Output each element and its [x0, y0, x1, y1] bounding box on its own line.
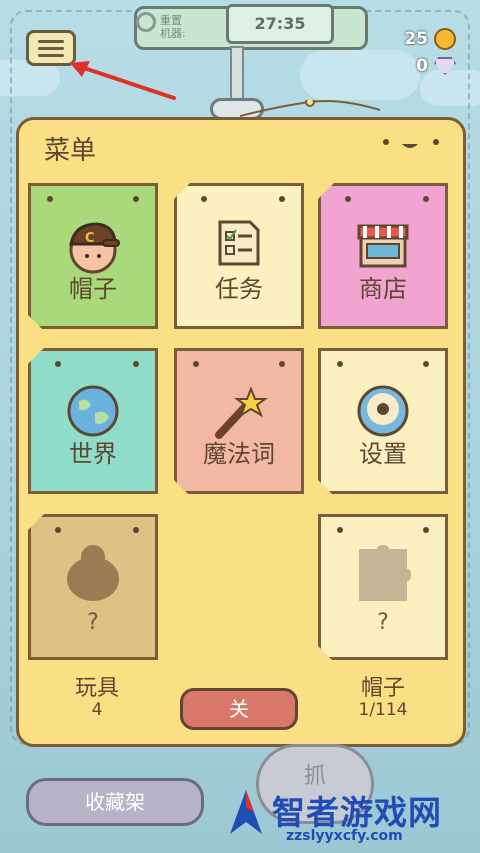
- face-icon: [383, 139, 439, 148]
- toys-count: 4: [91, 700, 103, 720]
- cap-character-icon: C: [65, 218, 121, 274]
- collection-shelf-button[interactable]: 收藏架: [26, 778, 204, 826]
- shop-icon: [357, 224, 409, 268]
- globe-icon: [67, 385, 119, 437]
- pin: [423, 361, 429, 367]
- tile-label: 魔法词: [203, 440, 275, 468]
- arrow-annotation: [70, 61, 176, 100]
- locked-toy-icon: [67, 545, 119, 601]
- menu-line: [38, 46, 64, 50]
- watermark-title: 智者游戏网: [272, 793, 442, 832]
- pin: [279, 196, 285, 202]
- puzzle-piece-icon: [355, 545, 411, 603]
- gem-count: 0: [416, 56, 428, 76]
- tile-world[interactable]: 世界: [28, 348, 158, 494]
- tile-label: 世界: [69, 440, 117, 468]
- pin: [47, 196, 53, 202]
- pin: [201, 196, 207, 202]
- tile-label: 帽子: [69, 275, 117, 303]
- menu-line: [38, 53, 64, 57]
- pin: [193, 361, 199, 367]
- gem-counter: 0: [416, 56, 456, 76]
- reset-icon: [136, 12, 156, 32]
- close-button[interactable]: 关: [180, 688, 298, 730]
- tile-label: 任务: [215, 275, 263, 303]
- pin: [423, 196, 429, 202]
- pin: [55, 527, 61, 533]
- svg-text:C: C: [85, 231, 95, 246]
- pin: [133, 527, 139, 533]
- menu-title: 菜单: [44, 136, 97, 166]
- reset-machine-label: 重置 机器:: [160, 14, 186, 40]
- reset-timer: 27:35: [226, 4, 334, 44]
- tile-magic-words[interactable]: 魔法词: [174, 348, 304, 494]
- pin: [133, 196, 139, 202]
- pin: [55, 361, 61, 367]
- tile-shop[interactable]: 商店: [318, 183, 448, 329]
- menu-line: [38, 39, 64, 43]
- pin: [133, 361, 139, 367]
- tile-hats-puzzle[interactable]: ?: [318, 514, 448, 660]
- coin-counter: 25: [404, 28, 456, 50]
- tile-toys-locked[interactable]: ?: [28, 514, 158, 660]
- hats-label: 帽子: [360, 676, 405, 701]
- tile-label: ?: [377, 610, 389, 635]
- toys-label: 玩具: [74, 676, 119, 701]
- hats-count: 1/114: [358, 700, 408, 720]
- pin: [337, 361, 343, 367]
- pin: [345, 196, 351, 202]
- tile-label: ?: [87, 610, 99, 635]
- pin: [423, 527, 429, 533]
- coin-count: 25: [404, 29, 428, 49]
- watermark-url: zzslyyxcfy.com: [286, 828, 403, 844]
- pin: [279, 361, 285, 367]
- tile-tasks[interactable]: 任务: [174, 183, 304, 329]
- tile-hats[interactable]: C 帽子: [28, 183, 158, 329]
- tile-settings[interactable]: 设置: [318, 348, 448, 494]
- watermark-logo-icon: [230, 790, 262, 834]
- gear-icon: [355, 383, 411, 439]
- coin-icon: [434, 28, 456, 50]
- tile-label: 商店: [359, 275, 407, 303]
- task-list-icon: [218, 220, 260, 266]
- tile-label: 设置: [359, 440, 407, 468]
- gem-icon: [434, 57, 456, 75]
- pin: [337, 527, 343, 533]
